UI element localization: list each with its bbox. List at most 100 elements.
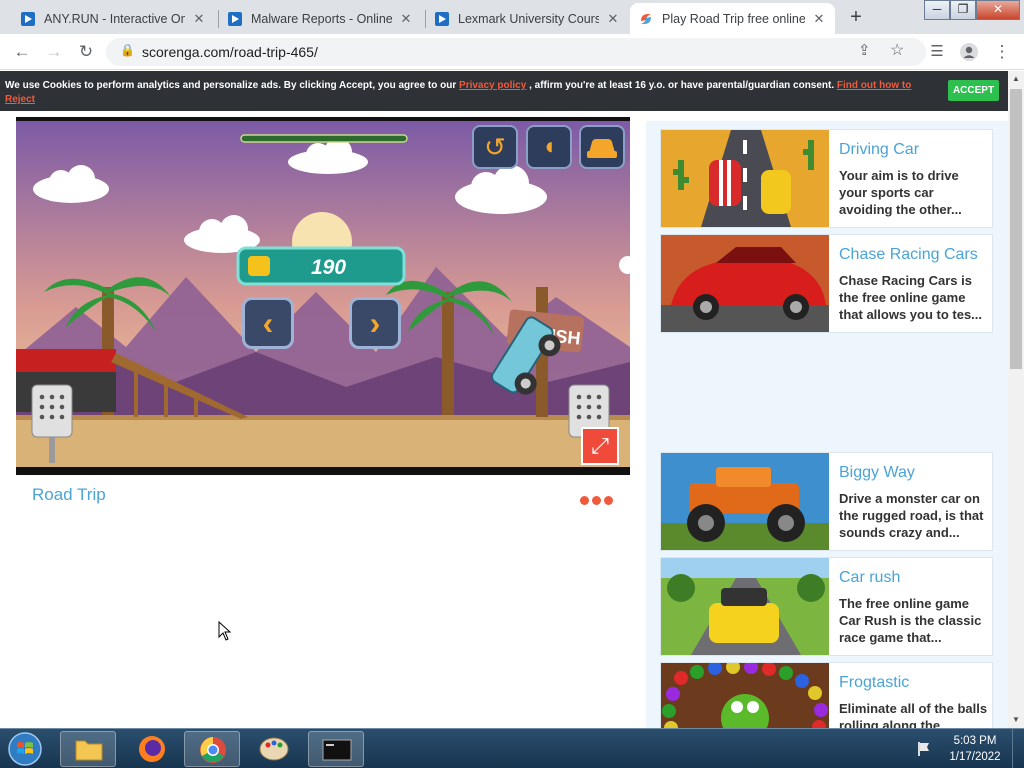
page-scrollbar[interactable]: ▲ ▼: [1008, 71, 1024, 728]
card-title[interactable]: Biggy Way: [839, 464, 915, 482]
privacy-policy-link[interactable]: Privacy policy: [459, 80, 526, 91]
cookie-consent-bar: We use Cookies to perform analytics and …: [0, 71, 1008, 111]
expand-icon: ⤢: [591, 433, 609, 458]
coin-counter: 190: [311, 256, 346, 279]
lock-icon: 🔒: [120, 43, 135, 57]
game-title[interactable]: Road Trip: [32, 485, 106, 505]
game-thumbnail: [661, 453, 829, 550]
chrome-icon: [200, 737, 226, 763]
left-arrow-button[interactable]: ‹: [242, 297, 294, 349]
car-icon: [587, 139, 617, 158]
action-center-flag-icon[interactable]: [916, 741, 930, 757]
game-card-biggy-way[interactable]: Biggy Way Drive a monster car on the rug…: [660, 452, 993, 551]
minimize-button[interactable]: ─: [924, 0, 950, 20]
tab-road-trip[interactable]: Play Road Trip free online g ✕: [630, 3, 835, 34]
media-queue-icon[interactable]: ☰: [925, 40, 949, 64]
game-card-driving-car[interactable]: Driving Car Your aim is to drive your sp…: [660, 129, 993, 228]
tab-strip: ANY.RUN - Interactive Onl ✕ Malware Repo…: [0, 0, 1024, 34]
tab-title: ANY.RUN - Interactive Onl: [44, 11, 185, 26]
chevron-right-icon: ›: [369, 305, 381, 341]
game-card-chase-racing-cars[interactable]: Chase Racing Cars Chase Racing Cars is t…: [660, 234, 993, 333]
dot: [580, 496, 589, 505]
anyrun-favicon-icon: [21, 11, 35, 26]
scroll-down-icon[interactable]: ▼: [1008, 712, 1024, 728]
clock-time: 5:03 PM: [953, 735, 997, 747]
garage-button[interactable]: [579, 125, 625, 169]
window-close-button[interactable]: ✕: [976, 0, 1020, 20]
folder-icon: [75, 740, 103, 761]
back-icon[interactable]: ←: [10, 40, 34, 64]
url-text: scorenga.com/road-trip-465/: [142, 44, 318, 60]
anyrun-favicon-icon: [228, 11, 242, 26]
taskbar-cmd[interactable]: [308, 731, 364, 767]
address-bar[interactable]: 🔒 scorenga.com/road-trip-465/ ⇪ ☆: [106, 38, 926, 66]
sound-button[interactable]: ◖: [526, 125, 572, 169]
page-content: RUSH 190 ↺: [0, 111, 1008, 728]
tab-malware-reports[interactable]: Malware Reports - Online ✕: [219, 3, 422, 34]
dot: [592, 496, 601, 505]
taskbar-paint[interactable]: [246, 731, 302, 767]
accept-button[interactable]: ACCEPT: [948, 80, 999, 101]
paint-palette-icon: [259, 737, 289, 761]
right-arrow-button[interactable]: ›: [349, 297, 401, 349]
taskbar-explorer[interactable]: [60, 731, 116, 767]
browser-toolbar: ← → ↻ 🔒 scorenga.com/road-trip-465/ ⇪ ☆ …: [0, 34, 1024, 70]
menu-icon[interactable]: ⋮: [990, 40, 1014, 64]
card-description: Drive a monster car on the rugged road, …: [839, 491, 984, 540]
tab-anyrun[interactable]: ANY.RUN - Interactive Onl ✕: [12, 3, 215, 34]
card-title[interactable]: Car rush: [839, 569, 900, 587]
card-title[interactable]: Frogtastic: [839, 674, 909, 692]
card-title[interactable]: Driving Car: [839, 141, 919, 159]
cookie-text-part: We use Cookies to perform analytics and …: [5, 80, 460, 91]
show-desktop-button[interactable]: [1012, 729, 1024, 768]
profile-icon[interactable]: [957, 40, 981, 64]
close-tab-icon[interactable]: ✕: [811, 11, 827, 27]
close-tab-icon[interactable]: ✕: [605, 11, 621, 27]
scorenga-favicon-icon: [641, 13, 651, 24]
windows-logo-icon: [8, 732, 42, 766]
card-description: The free online game Car Rush is the cla…: [839, 596, 982, 645]
game-canvas[interactable]: RUSH 190 ↺: [16, 117, 630, 475]
start-button[interactable]: [3, 730, 47, 768]
tab-title: Malware Reports - Online: [251, 11, 392, 26]
share-icon[interactable]: ⇪: [858, 41, 871, 59]
more-options-button[interactable]: [580, 492, 616, 510]
new-tab-button[interactable]: +: [842, 4, 870, 32]
card-title[interactable]: Chase Racing Cars: [839, 246, 978, 264]
scrollbar-thumb[interactable]: [1010, 89, 1022, 369]
close-tab-icon[interactable]: ✕: [191, 11, 207, 27]
cookie-text-part: , affirm you're at least 16 y.o. or have…: [526, 80, 837, 91]
card-description: Chase Racing Cars is the free online gam…: [839, 273, 983, 322]
game-card-frogtastic[interactable]: Frogtastic Eliminate all of the balls ro…: [660, 662, 993, 728]
bookmark-star-icon[interactable]: ☆: [890, 40, 904, 60]
related-games-sidebar: Driving Car Your aim is to drive your sp…: [646, 121, 1008, 728]
taskbar-clock[interactable]: 5:03 PM 1/17/2022: [946, 733, 1004, 765]
dot: [604, 496, 613, 505]
anyrun-favicon-icon: [435, 11, 449, 26]
forward-icon[interactable]: →: [42, 40, 66, 64]
tab-title: Play Road Trip free online g: [662, 11, 805, 26]
firefox-icon: [139, 736, 165, 762]
game-thumbnail: [661, 235, 829, 332]
card-description: Eliminate all of the balls rolling along…: [839, 701, 988, 728]
restore-button[interactable]: ❐: [950, 0, 976, 20]
cookie-text: We use Cookies to perform analytics and …: [5, 79, 930, 107]
restart-button[interactable]: ↺: [472, 125, 518, 169]
game-card-car-rush[interactable]: Car rush The free online game Car Rush i…: [660, 557, 993, 656]
scroll-up-icon[interactable]: ▲: [1008, 71, 1024, 87]
speaker-icon: ◖: [541, 133, 557, 160]
taskbar-chrome[interactable]: [184, 731, 240, 767]
close-tab-icon[interactable]: ✕: [398, 11, 414, 27]
taskbar-firefox[interactable]: [124, 731, 180, 767]
fullscreen-button[interactable]: ⤢: [581, 427, 619, 465]
tab-title: Lexmark University Course: [458, 11, 599, 26]
restart-icon: ↺: [484, 132, 506, 162]
mouse-cursor-icon: [218, 621, 232, 641]
game-thumbnail: [661, 663, 829, 728]
card-description: Your aim is to drive your sports car avo…: [839, 168, 962, 217]
terminal-icon: [322, 739, 352, 761]
clock-date: 1/17/2022: [949, 751, 1001, 763]
tab-lexmark[interactable]: Lexmark University Course ✕: [426, 3, 629, 34]
game-thumbnail: [661, 130, 829, 227]
reload-icon[interactable]: ↻: [74, 40, 98, 64]
